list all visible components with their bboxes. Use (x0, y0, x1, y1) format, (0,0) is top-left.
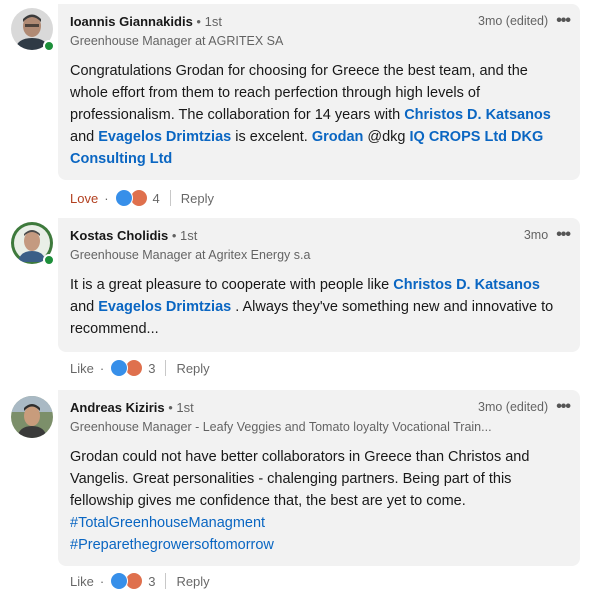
more-options-icon[interactable]: ••• (556, 399, 571, 415)
reaction-count: 4 (152, 190, 160, 206)
mention-link[interactable]: Evagelos Drimtzias (98, 299, 231, 315)
reaction-button[interactable]: Love (70, 191, 98, 206)
comment: Ioannis Giannakidis • 1st Greenhouse Man… (0, 0, 590, 212)
comment: Kostas Cholidis • 1st Greenhouse Manager… (0, 214, 590, 384)
separator-dot: · (99, 573, 105, 589)
connection-degree: • 1st (192, 14, 222, 29)
reply-button[interactable]: Reply (176, 361, 209, 376)
comment-actions: Love · 4 Reply (70, 188, 214, 208)
connection-degree: • 1st (168, 228, 198, 243)
like-reaction-icon (110, 359, 129, 377)
mention-link[interactable]: Christos D. Katsanos (393, 277, 540, 293)
comment-bubble: Kostas Cholidis • 1st Greenhouse Manager… (58, 218, 580, 352)
comment-bubble: Ioannis Giannakidis • 1st Greenhouse Man… (58, 4, 580, 180)
connection-degree: • 1st (164, 400, 194, 415)
comment-actions: Like · 3 Reply (70, 571, 210, 591)
reply-button[interactable]: Reply (181, 191, 214, 206)
divider (165, 360, 167, 376)
hashtag-link[interactable]: #Preparethegrowersoftomorrow (70, 537, 274, 553)
author-name[interactable]: Ioannis Giannakidis (70, 14, 193, 29)
avatar[interactable] (11, 396, 53, 438)
reactions-summary[interactable]: 3 (110, 359, 155, 377)
comment: Andreas Kiziris • 1st Greenhouse Manager… (0, 388, 590, 594)
like-reaction-icon (114, 189, 133, 207)
timestamp: 3mo (523, 228, 549, 242)
hashtag-link[interactable]: #TotalGreenhouseManagment (70, 515, 265, 531)
comment-text: Congratulations Grodan for choosing for … (70, 63, 551, 167)
mention-link[interactable]: IQ CROPS Ltd (410, 129, 507, 145)
mention-link[interactable]: Evagelos Drimtzias (98, 129, 231, 145)
reactions-summary[interactable]: 4 (114, 189, 160, 207)
author-name[interactable]: Andreas Kiziris (70, 400, 165, 415)
comment-text: Grodan could not have better collaborato… (70, 449, 530, 553)
reaction-count: 3 (148, 573, 156, 589)
reaction-count: 3 (148, 360, 156, 376)
online-status-icon (43, 254, 55, 266)
more-options-icon[interactable]: ••• (556, 13, 571, 29)
separator-dot: · (99, 360, 105, 376)
mention-link[interactable]: Grodan (312, 129, 364, 145)
timestamp: 3mo (edited) (478, 14, 549, 28)
reactions-summary[interactable]: 3 (110, 572, 155, 590)
author-headline: Greenhouse Manager at Agritex Energy s.a (70, 248, 311, 262)
comment-actions: Like · 3 Reply (70, 358, 210, 378)
reply-button[interactable]: Reply (176, 574, 209, 589)
divider (169, 190, 171, 206)
more-options-icon[interactable]: ••• (556, 227, 571, 243)
like-reaction-icon (110, 572, 129, 590)
author-name[interactable]: Kostas Cholidis (70, 228, 168, 243)
separator-dot: · (104, 190, 109, 206)
comment-bubble: Andreas Kiziris • 1st Greenhouse Manager… (58, 390, 580, 566)
author-headline: Greenhouse Manager at AGRITEX SA (70, 34, 284, 48)
reaction-button[interactable]: Like (70, 574, 94, 589)
comment-text: It is a great pleasure to cooperate with… (70, 277, 554, 337)
online-status-icon (43, 40, 55, 52)
mention-link[interactable]: Christos D. Katsanos (404, 107, 551, 123)
reaction-button[interactable]: Like (70, 361, 94, 376)
author-headline: Greenhouse Manager - Leafy Veggies and T… (70, 420, 492, 434)
divider (165, 573, 167, 589)
timestamp: 3mo (edited) (478, 400, 549, 414)
